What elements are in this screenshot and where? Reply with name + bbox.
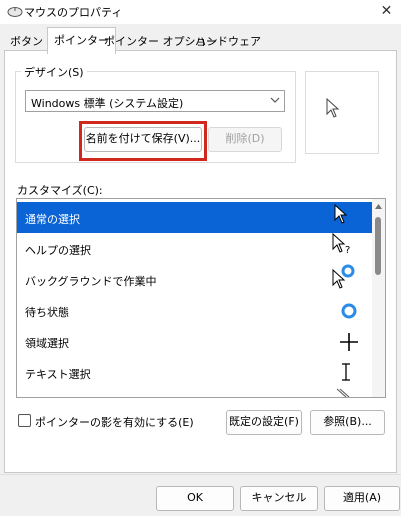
cancel-button[interactable]: キャンセル [240, 486, 318, 511]
close-button[interactable]: ✕ [372, 0, 401, 24]
delete-button[interactable]: 削除(D) [208, 127, 282, 152]
scroll-thumb[interactable] [375, 217, 381, 275]
svg-text:?: ? [345, 245, 350, 255]
ok-button[interactable]: OK [156, 486, 234, 511]
scheme-select-value: Windows 標準 (システム設定) [31, 97, 184, 110]
pointer-shadow-label: ポインターの影を有効にする(E) [35, 416, 194, 429]
list-item-working-in-background[interactable]: バックグラウンドで作業中 [17, 264, 373, 295]
scroll-up-arrow-icon[interactable] [374, 203, 383, 210]
design-label: デザイン(S) [21, 64, 87, 80]
text-select-cursor-icon [342, 363, 350, 381]
list-item-text-select[interactable]: テキスト選択 [17, 357, 373, 388]
handwriting-cursor-icon [336, 388, 350, 397]
list-item-busy[interactable]: 待ち状態 [17, 295, 373, 326]
browse-button[interactable]: 参照(B)... [310, 410, 385, 435]
list-item-label: 通常の選択 [25, 213, 80, 226]
tab-hardware[interactable]: ハードウェア [191, 31, 265, 51]
list-item-label: 領域選択 [25, 337, 69, 350]
pointer-shadow-checkbox[interactable] [18, 414, 31, 427]
list-item-label: ヘルプの選択 [25, 244, 91, 257]
precision-select-cursor-icon [340, 333, 358, 351]
use-default-button[interactable]: 既定の設定(F) [226, 410, 302, 435]
list-item-normal-select[interactable]: 通常の選択 [17, 202, 373, 233]
cursor-preview [305, 71, 379, 154]
arrow-cursor-icon [326, 98, 340, 118]
busy-cursor-icon [341, 303, 357, 319]
footer-separator [0, 474, 401, 475]
list-item-precision-select[interactable]: 領域選択 [17, 326, 373, 357]
list-item-label: バックグラウンドで作業中 [25, 275, 157, 288]
tab-buttons[interactable]: ボタン [6, 31, 47, 51]
list-item-help-select[interactable]: ヘルプの選択 [17, 233, 373, 264]
arrow-cursor-icon [334, 204, 348, 224]
mouse-icon [7, 7, 23, 17]
apply-button[interactable]: 適用(A) [324, 486, 400, 511]
help-cursor-icon: ? [332, 233, 350, 255]
list-item-label: 待ち状態 [25, 306, 69, 319]
list-item-label: テキスト選択 [25, 368, 91, 381]
window-title: マウスのプロパティ [24, 6, 123, 19]
customize-label: カスタマイズ(C): [17, 184, 103, 197]
highlight-frame [79, 121, 207, 161]
working-in-background-cursor-icon [332, 264, 355, 289]
chevron-down-icon [270, 97, 280, 103]
